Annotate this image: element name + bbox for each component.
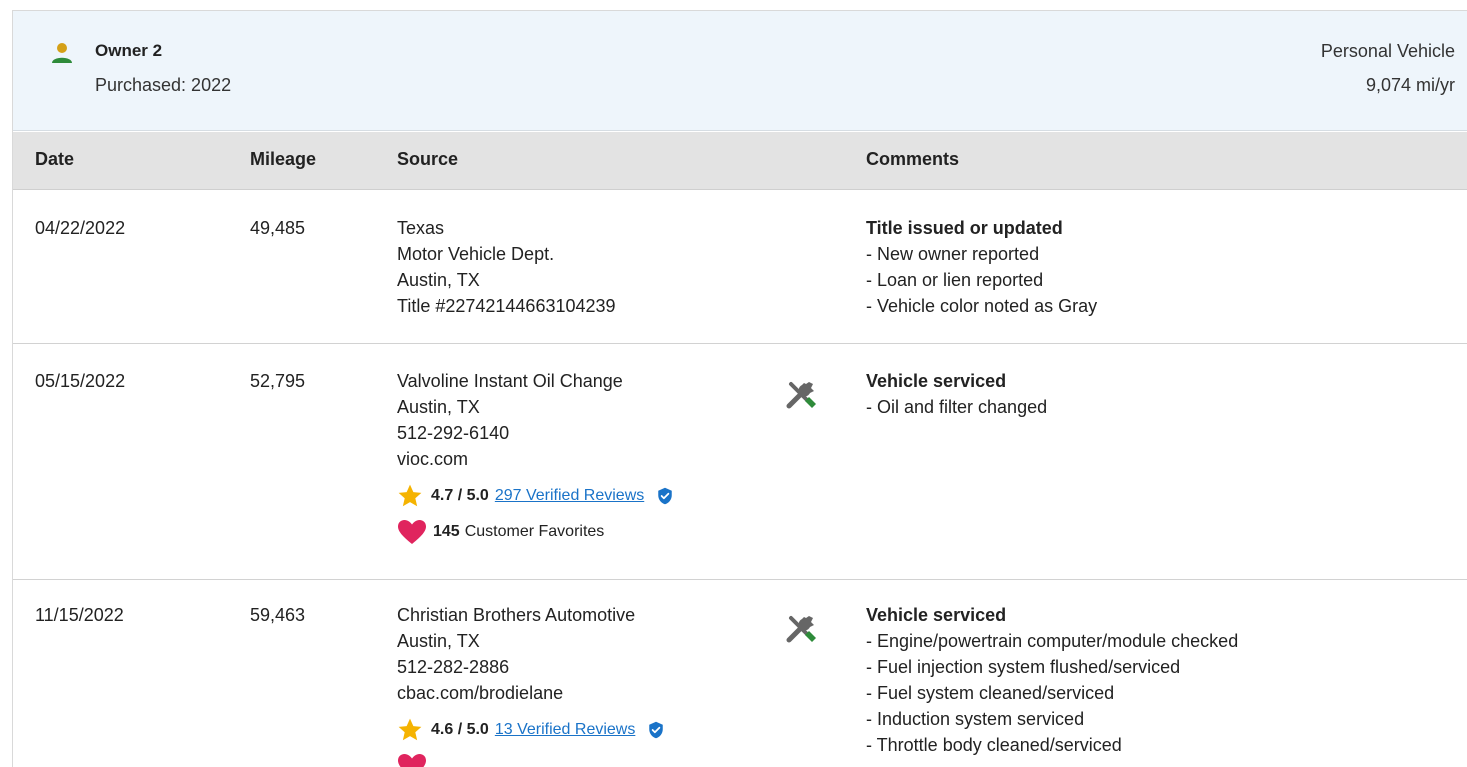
owner-header: Owner 2 Purchased: 2022 Personal Vehicle… <box>13 11 1467 131</box>
rating-score: 4.6 / 5.0 <box>431 721 489 738</box>
customer-favorites <box>397 754 665 767</box>
column-header-comments: Comments <box>866 149 960 169</box>
source-line: Title #22742144663104239 <box>397 296 616 316</box>
favorites-label: Customer Favorites <box>464 523 605 540</box>
source-line: Motor Vehicle Dept. <box>397 244 555 264</box>
star-icon <box>398 718 422 741</box>
comment-title: Title issued or updated <box>866 218 1063 238</box>
favorites-count: 145 <box>433 523 460 540</box>
verified-reviews-link[interactable]: 13 Verified Reviews <box>495 717 636 743</box>
verified-reviews-link[interactable]: 297 Verified Reviews <box>495 483 644 509</box>
shop-name: Christian Brothers Automotive <box>397 605 636 625</box>
comment-item: - New owner reported <box>866 244 1040 264</box>
vehicle-type: Personal Vehicle <box>1320 41 1455 61</box>
source-line: Austin, TX <box>397 270 480 290</box>
comment-item: - Vehicle color noted as Gray <box>866 296 1098 316</box>
shop-phone: 512-282-2886 <box>397 657 510 677</box>
record-comments: Vehicle serviced - Oil and filter change… <box>866 368 1047 420</box>
owner-purchased: Purchased: 2022 <box>95 75 232 95</box>
shop-phone: 512-292-6140 <box>397 423 510 443</box>
rating-score: 4.7 / 5.0 <box>431 487 489 504</box>
verified-check-icon <box>658 487 672 505</box>
column-header-mileage: Mileage <box>250 149 317 169</box>
source-line: Austin, TX <box>397 397 480 417</box>
comment-title: Vehicle serviced <box>866 371 1007 391</box>
comment-item: - Throttle body cleaned/serviced <box>866 735 1122 755</box>
customer-favorites: 145 Customer Favorites <box>397 520 674 544</box>
source-line: Texas <box>397 218 445 238</box>
vehicle-history-panel: Owner 2 Purchased: 2022 Personal Vehicle… <box>12 10 1467 767</box>
shop-name: Valvoline Instant Oil Change <box>397 371 623 391</box>
table-row: 05/15/2022 52,795 Valvoline Instant Oil … <box>13 344 1467 580</box>
table-header: Date Mileage Source Comments <box>13 132 1467 190</box>
comment-title: Vehicle serviced <box>866 605 1007 625</box>
comment-item: - Induction system serviced <box>866 709 1085 729</box>
table-row: 04/22/2022 49,485 Texas Motor Vehicle De… <box>13 191 1467 344</box>
star-icon <box>398 484 422 507</box>
record-mileage: 52,795 <box>250 371 306 391</box>
record-comments: Vehicle serviced - Engine/powertrain com… <box>866 602 1238 758</box>
comment-item: - Fuel injection system flushed/serviced <box>866 657 1181 677</box>
record-source: Texas Motor Vehicle Dept. Austin, TX Tit… <box>397 215 616 319</box>
wrench-screwdriver-icon <box>786 382 816 409</box>
record-source: Christian Brothers Automotive Austin, TX… <box>397 602 665 767</box>
record-date: 05/15/2022 <box>35 371 126 391</box>
column-header-date: Date <box>35 149 75 169</box>
comment-item: - Loan or lien reported <box>866 270 1044 290</box>
comment-item: - Engine/powertrain computer/module chec… <box>866 631 1239 651</box>
miles-per-year: 9,074 mi/yr <box>1365 75 1455 95</box>
record-date: 04/22/2022 <box>35 218 126 238</box>
shop-website: vioc.com <box>397 449 469 469</box>
record-date: 11/15/2022 <box>35 605 124 625</box>
verified-check-icon <box>649 721 664 739</box>
table-row: 11/15/2022 59,463 Christian Brothers Aut… <box>13 580 1467 767</box>
wrench-screwdriver-icon <box>786 616 816 643</box>
owner-name: Owner 2 <box>95 41 163 60</box>
person-icon <box>52 43 72 63</box>
column-header-source: Source <box>397 149 459 169</box>
heart-icon <box>398 754 426 767</box>
record-mileage: 59,463 <box>250 605 306 625</box>
heart-icon <box>398 520 426 544</box>
shop-rating: 4.7 / 5.0 297 Verified Reviews <box>397 484 674 508</box>
record-comments: Title issued or updated - New owner repo… <box>866 215 1097 319</box>
comment-item: - Oil and filter changed <box>866 397 1048 417</box>
comment-item: - Fuel system cleaned/serviced <box>866 683 1115 703</box>
record-mileage: 49,485 <box>250 218 306 238</box>
record-source: Valvoline Instant Oil Change Austin, TX … <box>397 368 674 544</box>
shop-website: cbac.com/brodielane <box>397 683 564 703</box>
source-line: Austin, TX <box>397 631 480 651</box>
shop-rating: 4.6 / 5.0 13 Verified Reviews <box>397 718 665 742</box>
